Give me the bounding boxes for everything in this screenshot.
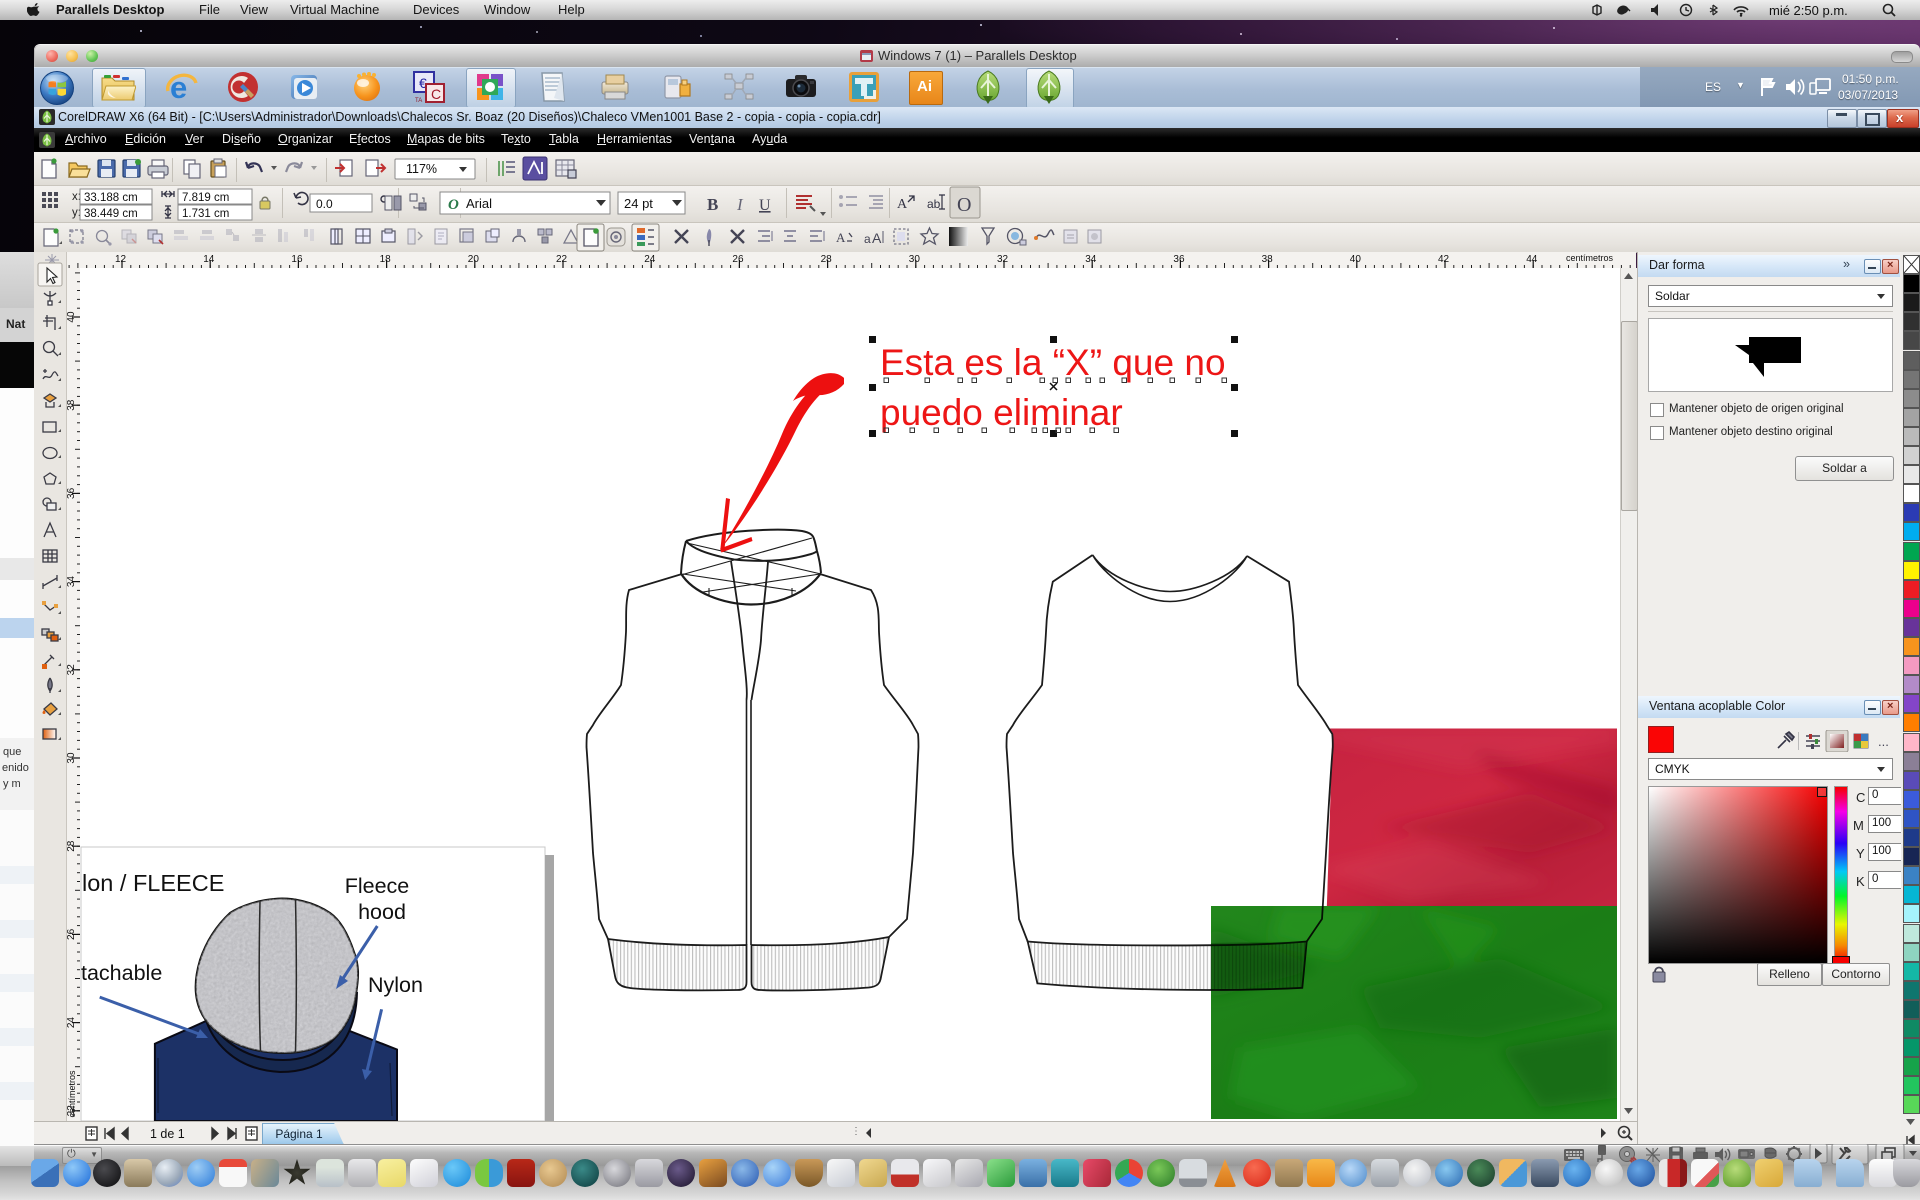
svg-text:40: 40: [1350, 254, 1362, 265]
svg-text:7.819 cm: 7.819 cm: [182, 192, 229, 204]
svg-text:Arial: Arial: [466, 196, 492, 211]
svg-text:16: 16: [291, 254, 303, 265]
svg-text:...: ...: [1878, 734, 1889, 749]
svg-text:lon / FLEECE: lon / FLEECE: [82, 870, 224, 896]
svg-text:34: 34: [66, 576, 77, 588]
svg-text:30: 30: [909, 254, 921, 265]
svg-text:24 pt: 24 pt: [624, 196, 653, 211]
svg-text:36: 36: [1173, 254, 1185, 265]
svg-text:tachable: tachable: [81, 961, 162, 985]
svg-text:26: 26: [732, 254, 744, 265]
svg-text:Esta es la “X” que no: Esta es la “X” que no: [880, 342, 1226, 383]
svg-text:28: 28: [821, 254, 833, 265]
svg-text:Fleece: Fleece: [345, 874, 410, 898]
svg-text:hood: hood: [358, 900, 406, 924]
svg-text:Nylon: Nylon: [368, 973, 423, 997]
svg-text:28: 28: [66, 840, 77, 852]
svg-text:34: 34: [1085, 254, 1097, 265]
svg-text:12: 12: [115, 254, 127, 265]
svg-text:32: 32: [997, 254, 1009, 265]
svg-text:a: a: [864, 232, 871, 246]
svg-text:A: A: [872, 230, 882, 246]
svg-text:36: 36: [66, 487, 77, 499]
svg-text:117%: 117%: [406, 162, 437, 176]
svg-text:24: 24: [66, 1017, 77, 1029]
svg-text:A: A: [897, 197, 908, 212]
svg-text:mié 2:50 p.m.: mié 2:50 p.m.: [1769, 3, 1848, 18]
svg-text:38: 38: [1262, 254, 1274, 265]
svg-text:puedo eliminar: puedo eliminar: [880, 392, 1123, 433]
svg-text:22: 22: [556, 254, 568, 265]
svg-text:24: 24: [644, 254, 656, 265]
svg-text:B: B: [707, 195, 718, 214]
svg-text:44: 44: [1526, 254, 1538, 265]
svg-text:40: 40: [66, 311, 77, 323]
svg-text:I: I: [736, 195, 744, 214]
svg-text:38: 38: [66, 399, 77, 411]
svg-text:O: O: [448, 197, 459, 213]
svg-text:42: 42: [1438, 254, 1450, 265]
svg-text:1.731 cm: 1.731 cm: [182, 208, 229, 220]
svg-text:centímetros: centímetros: [67, 1070, 77, 1118]
svg-text:18: 18: [380, 254, 392, 265]
svg-text:33.188 cm: 33.188 cm: [84, 192, 138, 204]
svg-text:1 de 1: 1 de 1: [150, 1127, 185, 1141]
svg-text:O: O: [957, 194, 971, 216]
svg-text:centímetros: centímetros: [1566, 253, 1614, 263]
svg-text:38.449 cm: 38.449 cm: [84, 208, 138, 220]
svg-text:ab: ab: [927, 197, 941, 211]
svg-text:C: C: [431, 86, 441, 102]
svg-text:20: 20: [468, 254, 480, 265]
svg-text:U: U: [759, 197, 771, 214]
svg-text:14: 14: [203, 254, 215, 265]
svg-text:32: 32: [66, 664, 77, 676]
svg-text:0.0: 0.0: [316, 197, 333, 211]
svg-text:30: 30: [66, 752, 77, 764]
svg-text:TA: TA: [415, 98, 422, 104]
svg-text:26: 26: [66, 928, 77, 940]
svg-text:A: A: [836, 230, 846, 245]
